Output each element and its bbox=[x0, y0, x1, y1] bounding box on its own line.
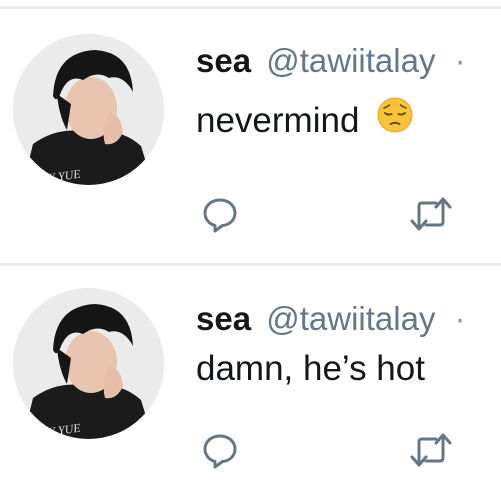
divider bbox=[0, 263, 501, 266]
pensive-face-icon bbox=[377, 97, 413, 143]
avatar-photo: Y YUE bbox=[13, 34, 164, 185]
retweet-icon bbox=[410, 197, 452, 231]
separator-dot: · bbox=[454, 42, 466, 79]
display-name[interactable]: sea bbox=[196, 42, 251, 79]
tweet-header: sea @tawiitalay · bbox=[196, 300, 466, 338]
tweet-text: nevermind bbox=[196, 97, 413, 143]
user-handle[interactable]: @tawiitalay bbox=[266, 300, 435, 337]
divider bbox=[0, 6, 501, 9]
display-name[interactable]: sea bbox=[196, 300, 251, 337]
tweet-actions bbox=[196, 192, 501, 236]
tweet-actions bbox=[196, 428, 501, 472]
user-handle[interactable]: @tawiitalay bbox=[266, 42, 435, 79]
tweet-text-content: damn, he’s hot bbox=[196, 349, 425, 388]
reply-button[interactable] bbox=[198, 192, 242, 236]
retweet-icon bbox=[410, 433, 452, 467]
retweet-button[interactable] bbox=[409, 428, 453, 472]
tweet-text: damn, he’s hot bbox=[196, 348, 425, 390]
separator-dot: · bbox=[454, 300, 466, 337]
retweet-button[interactable] bbox=[409, 192, 453, 236]
avatar-photo: Y YUE bbox=[13, 288, 164, 439]
timeline: Y YUE sea @tawiitalay · nevermind Y YUE … bbox=[0, 0, 501, 501]
reply-icon bbox=[203, 434, 237, 469]
tweet-header: sea @tawiitalay · bbox=[196, 42, 466, 80]
tweet[interactable]: Y YUE sea @tawiitalay · nevermind bbox=[0, 10, 501, 260]
avatar[interactable]: Y YUE bbox=[13, 288, 164, 439]
avatar[interactable]: Y YUE bbox=[13, 34, 164, 185]
tweet[interactable]: Y YUE sea @tawiitalay · damn, he’s hot bbox=[0, 268, 501, 501]
tweet-text-content: nevermind bbox=[196, 101, 360, 140]
reply-icon bbox=[203, 198, 237, 233]
reply-button[interactable] bbox=[198, 428, 242, 472]
